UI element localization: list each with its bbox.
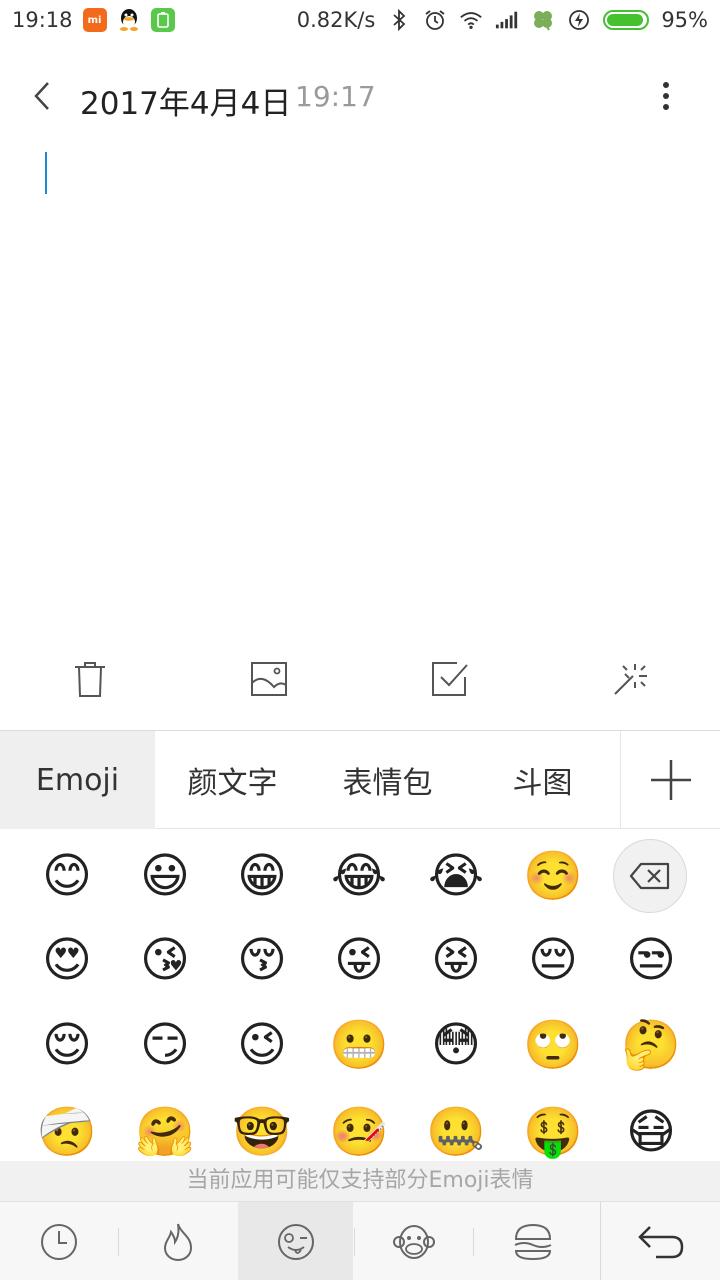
emoji-key[interactable]: 😔 [522,929,584,991]
note-editor[interactable] [0,140,720,640]
emoji-key[interactable]: 😜 [328,929,390,991]
tab-kaomoji[interactable]: 颜文字 [155,731,310,829]
insert-image-button[interactable] [249,659,289,699]
tab-label: 表情包 [342,766,433,801]
emoji-support-notice: 当前应用可能仅支持部分Emoji表情 [0,1161,720,1201]
emoji-key[interactable]: 🤔 [620,1014,682,1076]
back-button[interactable] [24,76,60,116]
delete-note-button[interactable] [70,659,110,699]
charging-icon [567,8,591,32]
note-header: 2017年4月4日 19:17 [0,56,720,138]
qq-icon [117,8,141,32]
emoji-key[interactable]: 😍 [36,929,98,991]
net-speed: 0.82K/s [296,8,376,32]
magic-format-button[interactable] [610,659,650,699]
emoji-key[interactable]: 😏 [134,1014,196,1076]
emoji-key[interactable]: 🤒 [328,1101,390,1163]
emoji-key[interactable]: 😂 [328,845,390,907]
back-arrow-icon [34,82,49,110]
note-toolbar [0,645,720,717]
category-smileys[interactable] [238,1202,353,1280]
plus-icon [650,760,691,800]
keyboard-tabs: Emoji 颜文字 表情包 斗图 [0,731,720,829]
emoji-key[interactable]: 🤗 [134,1101,196,1163]
emoji-key[interactable]: ☺️ [522,845,584,907]
emoji-key[interactable]: 😝 [425,929,487,991]
category-food[interactable] [474,1202,592,1280]
category-animals[interactable] [355,1202,473,1280]
emoji-key[interactable]: 😁 [231,845,293,907]
bluetooth-icon [387,8,411,32]
more-vertical-icon [663,82,669,110]
status-time: 19:18 [12,8,73,32]
emoji-key[interactable]: 😳 [425,1014,487,1076]
fire-icon [163,1223,193,1262]
burger-icon [514,1223,552,1261]
emoji-key[interactable]: 😘 [134,929,196,991]
emoji-key[interactable]: 😊 [36,845,98,907]
winking-face-icon [277,1224,314,1260]
more-options-button[interactable] [648,76,684,116]
note-time: 19:17 [295,80,376,113]
recent-icon [41,1224,77,1260]
category-hot[interactable] [119,1202,237,1280]
emoji-key[interactable]: 😭 [425,845,487,907]
clover-icon [531,8,555,32]
emoji-key[interactable]: 😒 [620,929,682,991]
emoji-key[interactable]: 🤐 [425,1101,487,1163]
return-button[interactable] [600,1202,720,1280]
emoji-key[interactable]: 🤑 [522,1101,584,1163]
battery-app-icon [150,8,175,32]
emoji-key[interactable]: 😚 [231,929,293,991]
emoji-key[interactable]: 🙄 [522,1014,584,1076]
mi-app-icon: mi [82,8,107,32]
tab-label: 颜文字 [187,766,278,801]
checklist-button[interactable] [430,659,470,699]
tab-label: Emoji [35,762,120,798]
emoji-key[interactable]: 😌 [36,1014,98,1076]
image-icon [251,662,287,696]
emoji-key[interactable]: 😃 [134,845,196,907]
backspace-icon [629,862,670,890]
emoji-key[interactable]: 🤓 [231,1101,293,1163]
tab-stickers[interactable]: 表情包 [310,731,465,829]
wifi-icon [459,8,483,32]
note-date: 2017年4月4日 [80,86,292,122]
monkey-icon [393,1225,435,1259]
delete-key[interactable] [613,839,687,913]
emoji-key[interactable]: 😉 [231,1014,293,1076]
emoji-keyboard: Emoji 颜文字 表情包 斗图 😊 😃 😁 😂 😭 ☺️ 😍 😘 😚 😜 😝 😔 😒 😌 😏 😉 😬 😳 🙄 🤔 🤕 🤗… [0,730,720,1280]
return-arrow-icon [637,1226,683,1259]
emoji-grid: 😊 😃 😁 😂 😭 ☺️ 😍 😘 😚 😜 😝 😔 😒 😌 😏 😉 😬 😳 🙄 🤔 🤕 🤗 🤓 🤒 🤐 🤑 😷 [0,831,720,1201]
alarm-icon [423,8,447,32]
category-recent[interactable] [0,1202,118,1280]
battery-percent: 95% [661,8,708,32]
add-tab-button[interactable] [620,731,720,829]
text-cursor [45,152,47,194]
magic-wand-icon [614,664,647,695]
status-bar: 19:18 mi 0.82K/s 95% [0,0,720,40]
emoji-key[interactable]: 🤕 [36,1101,98,1163]
tab-meme[interactable]: 斗图 [465,731,620,829]
trash-icon [75,662,105,697]
tab-emoji[interactable]: Emoji [0,731,155,829]
signal-icon [495,8,519,32]
tab-label: 斗图 [512,766,573,801]
emoji-category-bar [0,1201,720,1280]
emoji-key[interactable]: 😷 [620,1101,682,1163]
emoji-key[interactable]: 😬 [328,1014,390,1076]
checkbox-icon [432,662,468,696]
battery-indicator [603,10,650,30]
